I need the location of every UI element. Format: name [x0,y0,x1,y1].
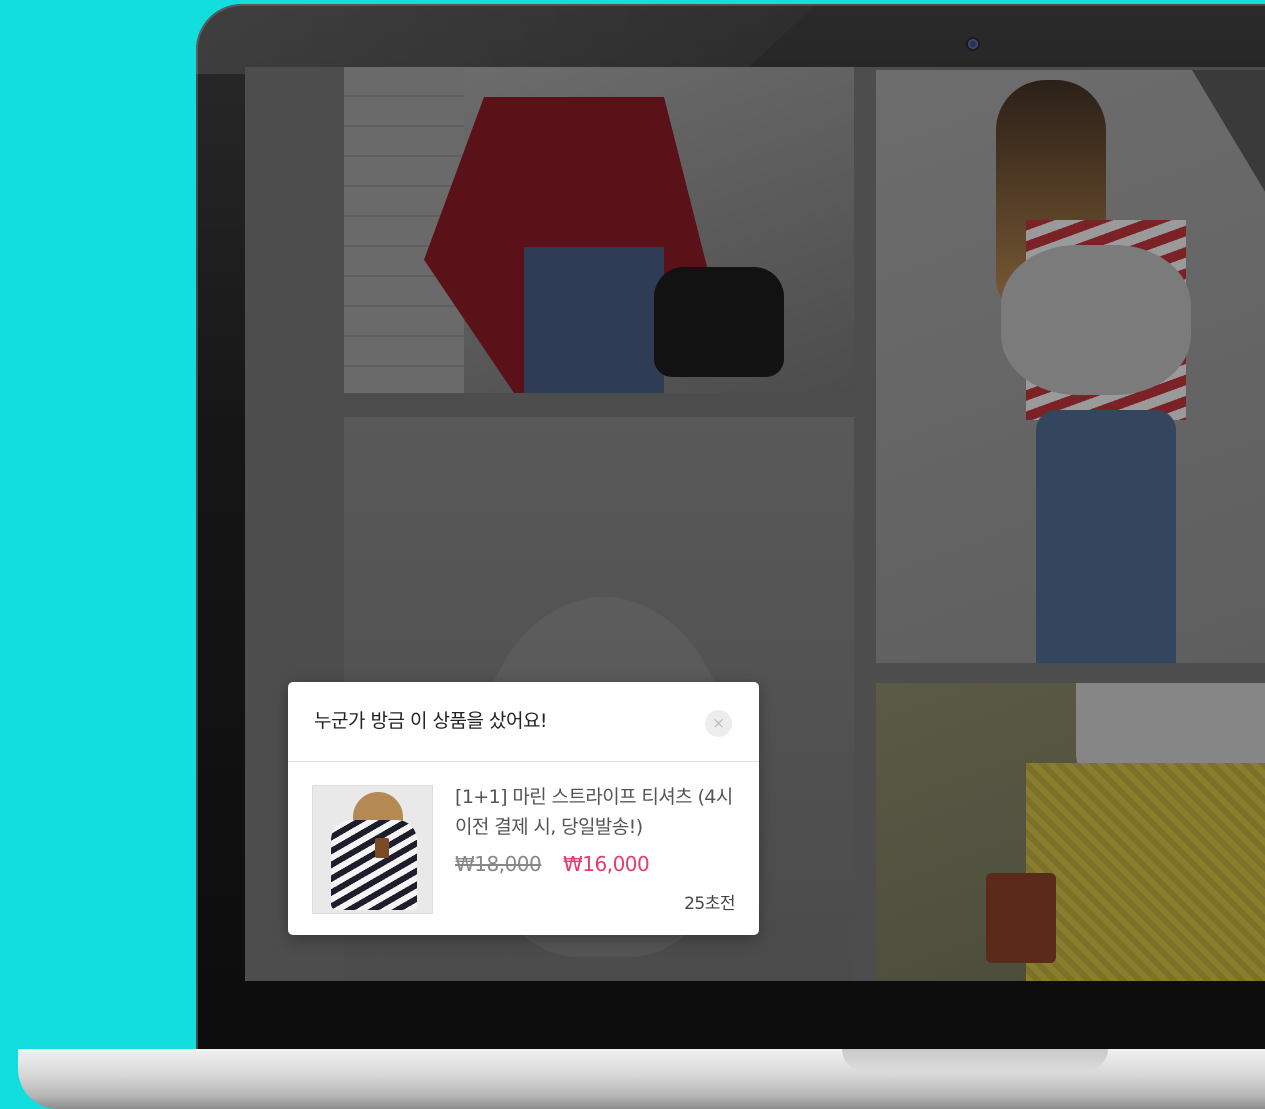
photo-jeans [524,247,664,393]
original-price: ₩18,000 [455,852,542,876]
time-ago: 25초전 [684,894,735,914]
popup-header: 누군가 방금 이 상품을 샀어요! × [288,682,759,762]
popup-title: 누군가 방금 이 상품을 샀어요! [314,710,548,732]
product-photo-red-coat[interactable] [344,67,854,393]
product-thumbnail[interactable] [312,785,433,914]
sale-price: ₩16,000 [563,852,650,876]
thumb-sweater [331,820,417,910]
close-icon[interactable]: × [705,710,732,737]
webcam-icon [968,39,978,49]
bezel-glare [196,4,816,74]
thumb-cup [375,838,389,858]
photo-shadow [1192,70,1265,210]
photo-bag [986,873,1056,963]
purchase-notification-popup[interactable]: 누군가 방금 이 상품을 샀어요! × [1+1] 마린 스트라이프 티셔츠 (… [288,682,759,935]
photo-jeans [1036,410,1176,663]
photo-fur [1001,245,1191,395]
laptop-notch [842,1049,1108,1071]
product-name[interactable]: [1+1] 마린 스트라이프 티셔츠 (4시 이전 결제 시, 당일발송!) [455,782,745,842]
screen-bottom-bezel [245,981,1265,1021]
photo-bag [654,267,784,377]
product-photo-yellow-skirt[interactable] [876,683,1265,981]
product-photo-striped-top[interactable] [876,70,1265,663]
photo-skirt [1026,763,1265,981]
